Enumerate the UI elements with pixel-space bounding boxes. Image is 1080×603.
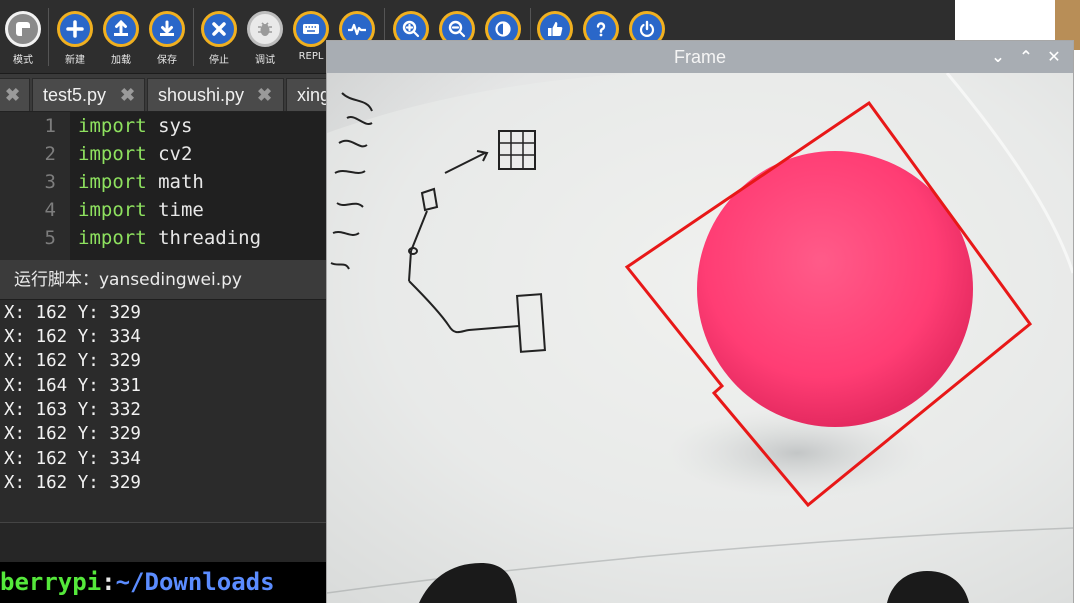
tab-shoushi[interactable]: shoushi.py ✖ (147, 78, 284, 111)
mode-icon (5, 11, 41, 47)
code-line: 4 import time (0, 196, 330, 224)
keyword: import (78, 171, 147, 193)
save-button[interactable]: 保存 (144, 6, 190, 68)
mode-label: 模式 (13, 55, 33, 66)
output-line: X: 164 Y: 331 (4, 376, 141, 396)
toolbar-separator (48, 8, 49, 66)
line-number: 1 (44, 115, 56, 137)
save-label: 保存 (157, 55, 177, 66)
code-line: 5 import threading (0, 224, 330, 252)
chevron-down-icon[interactable]: ⌄ (985, 41, 1011, 73)
run-output-panel: 运行脚本：yansedingwei.py X: 162 Y: 329 X: 16… (0, 260, 326, 603)
module-name: threading (158, 227, 262, 249)
frame-titlebar[interactable]: Frame ⌄ ⌃ ✕ (327, 41, 1073, 73)
terminal-colon: : (101, 568, 116, 596)
stop-label: 停止 (209, 55, 229, 66)
load-label: 加载 (111, 55, 131, 66)
frame-window: Frame ⌄ ⌃ ✕ (326, 40, 1074, 603)
run-output-console[interactable]: X: 162 Y: 329 X: 162 Y: 334 X: 162 Y: 32… (0, 300, 326, 522)
code-line: 3 import math (0, 168, 330, 196)
output-line: X: 162 Y: 329 (4, 303, 141, 323)
keyword: import (78, 227, 147, 249)
output-line: X: 162 Y: 329 (4, 351, 141, 371)
output-line: X: 162 Y: 329 (4, 424, 141, 444)
debug-button[interactable]: 调试 (242, 6, 288, 68)
line-number: 4 (44, 199, 56, 221)
terminal-prompt[interactable]: berrypi:~/Downloads (0, 562, 330, 603)
stop-button[interactable]: 停止 (196, 6, 242, 68)
tab-close-icon[interactable]: ✖ (5, 79, 20, 111)
output-line: X: 162 Y: 334 (4, 327, 141, 347)
output-line: X: 163 Y: 332 (4, 400, 141, 420)
code-line: 1 import sys (0, 112, 330, 140)
tab-label: test5.py (43, 85, 107, 105)
output-line: X: 162 Y: 334 (4, 449, 141, 469)
tab-close-icon[interactable]: ✖ (120, 79, 135, 111)
module-name: cv2 (158, 143, 193, 165)
keyboard-icon (293, 11, 329, 47)
toolbar-separator (193, 8, 194, 66)
output-footer (0, 522, 326, 562)
line-number: 3 (44, 171, 56, 193)
tab-xing[interactable]: xing (286, 78, 330, 111)
load-button[interactable]: 加载 (98, 6, 144, 68)
tab-close-icon[interactable]: ✖ (257, 79, 272, 111)
minimize-icon[interactable]: ⌃ (1013, 41, 1039, 73)
keyword: import (78, 143, 147, 165)
new-label: 新建 (65, 55, 85, 66)
tab-test5[interactable]: test5.py ✖ (32, 78, 145, 111)
upload-icon (103, 11, 139, 47)
code-editor[interactable]: 1 import sys 2 import cv2 3 import math … (0, 112, 330, 260)
module-name: time (158, 199, 204, 221)
keyword: import (78, 115, 147, 137)
line-number: 2 (44, 143, 56, 165)
plus-icon (57, 11, 93, 47)
mode-button[interactable]: 模式 (0, 6, 46, 68)
terminal-host: berrypi (0, 568, 102, 596)
camera-view (327, 73, 1073, 603)
tab-previous[interactable]: ✖ (0, 78, 30, 111)
keyword: import (78, 199, 147, 221)
file-tab-bar: ✖ test5.py ✖ shoushi.py ✖ xing (0, 74, 330, 112)
run-panel-title: 运行脚本：yansedingwei.py (0, 260, 326, 300)
new-button[interactable]: 新建 (52, 6, 98, 68)
download-icon (149, 11, 185, 47)
tab-label: shoushi.py (158, 85, 245, 105)
frame-title: Frame (673, 47, 726, 67)
code-line: 2 import cv2 (0, 140, 330, 168)
camera-image (327, 73, 1073, 603)
close-icon[interactable]: ✕ (1041, 41, 1067, 73)
module-name: sys (158, 115, 193, 137)
close-icon (201, 11, 237, 47)
line-number: 5 (44, 227, 56, 249)
output-line: X: 162 Y: 329 (4, 473, 141, 493)
module-name: math (158, 171, 204, 193)
debug-label: 调试 (255, 55, 275, 66)
terminal-path: ~/Downloads (115, 568, 275, 596)
bug-icon (247, 11, 283, 47)
